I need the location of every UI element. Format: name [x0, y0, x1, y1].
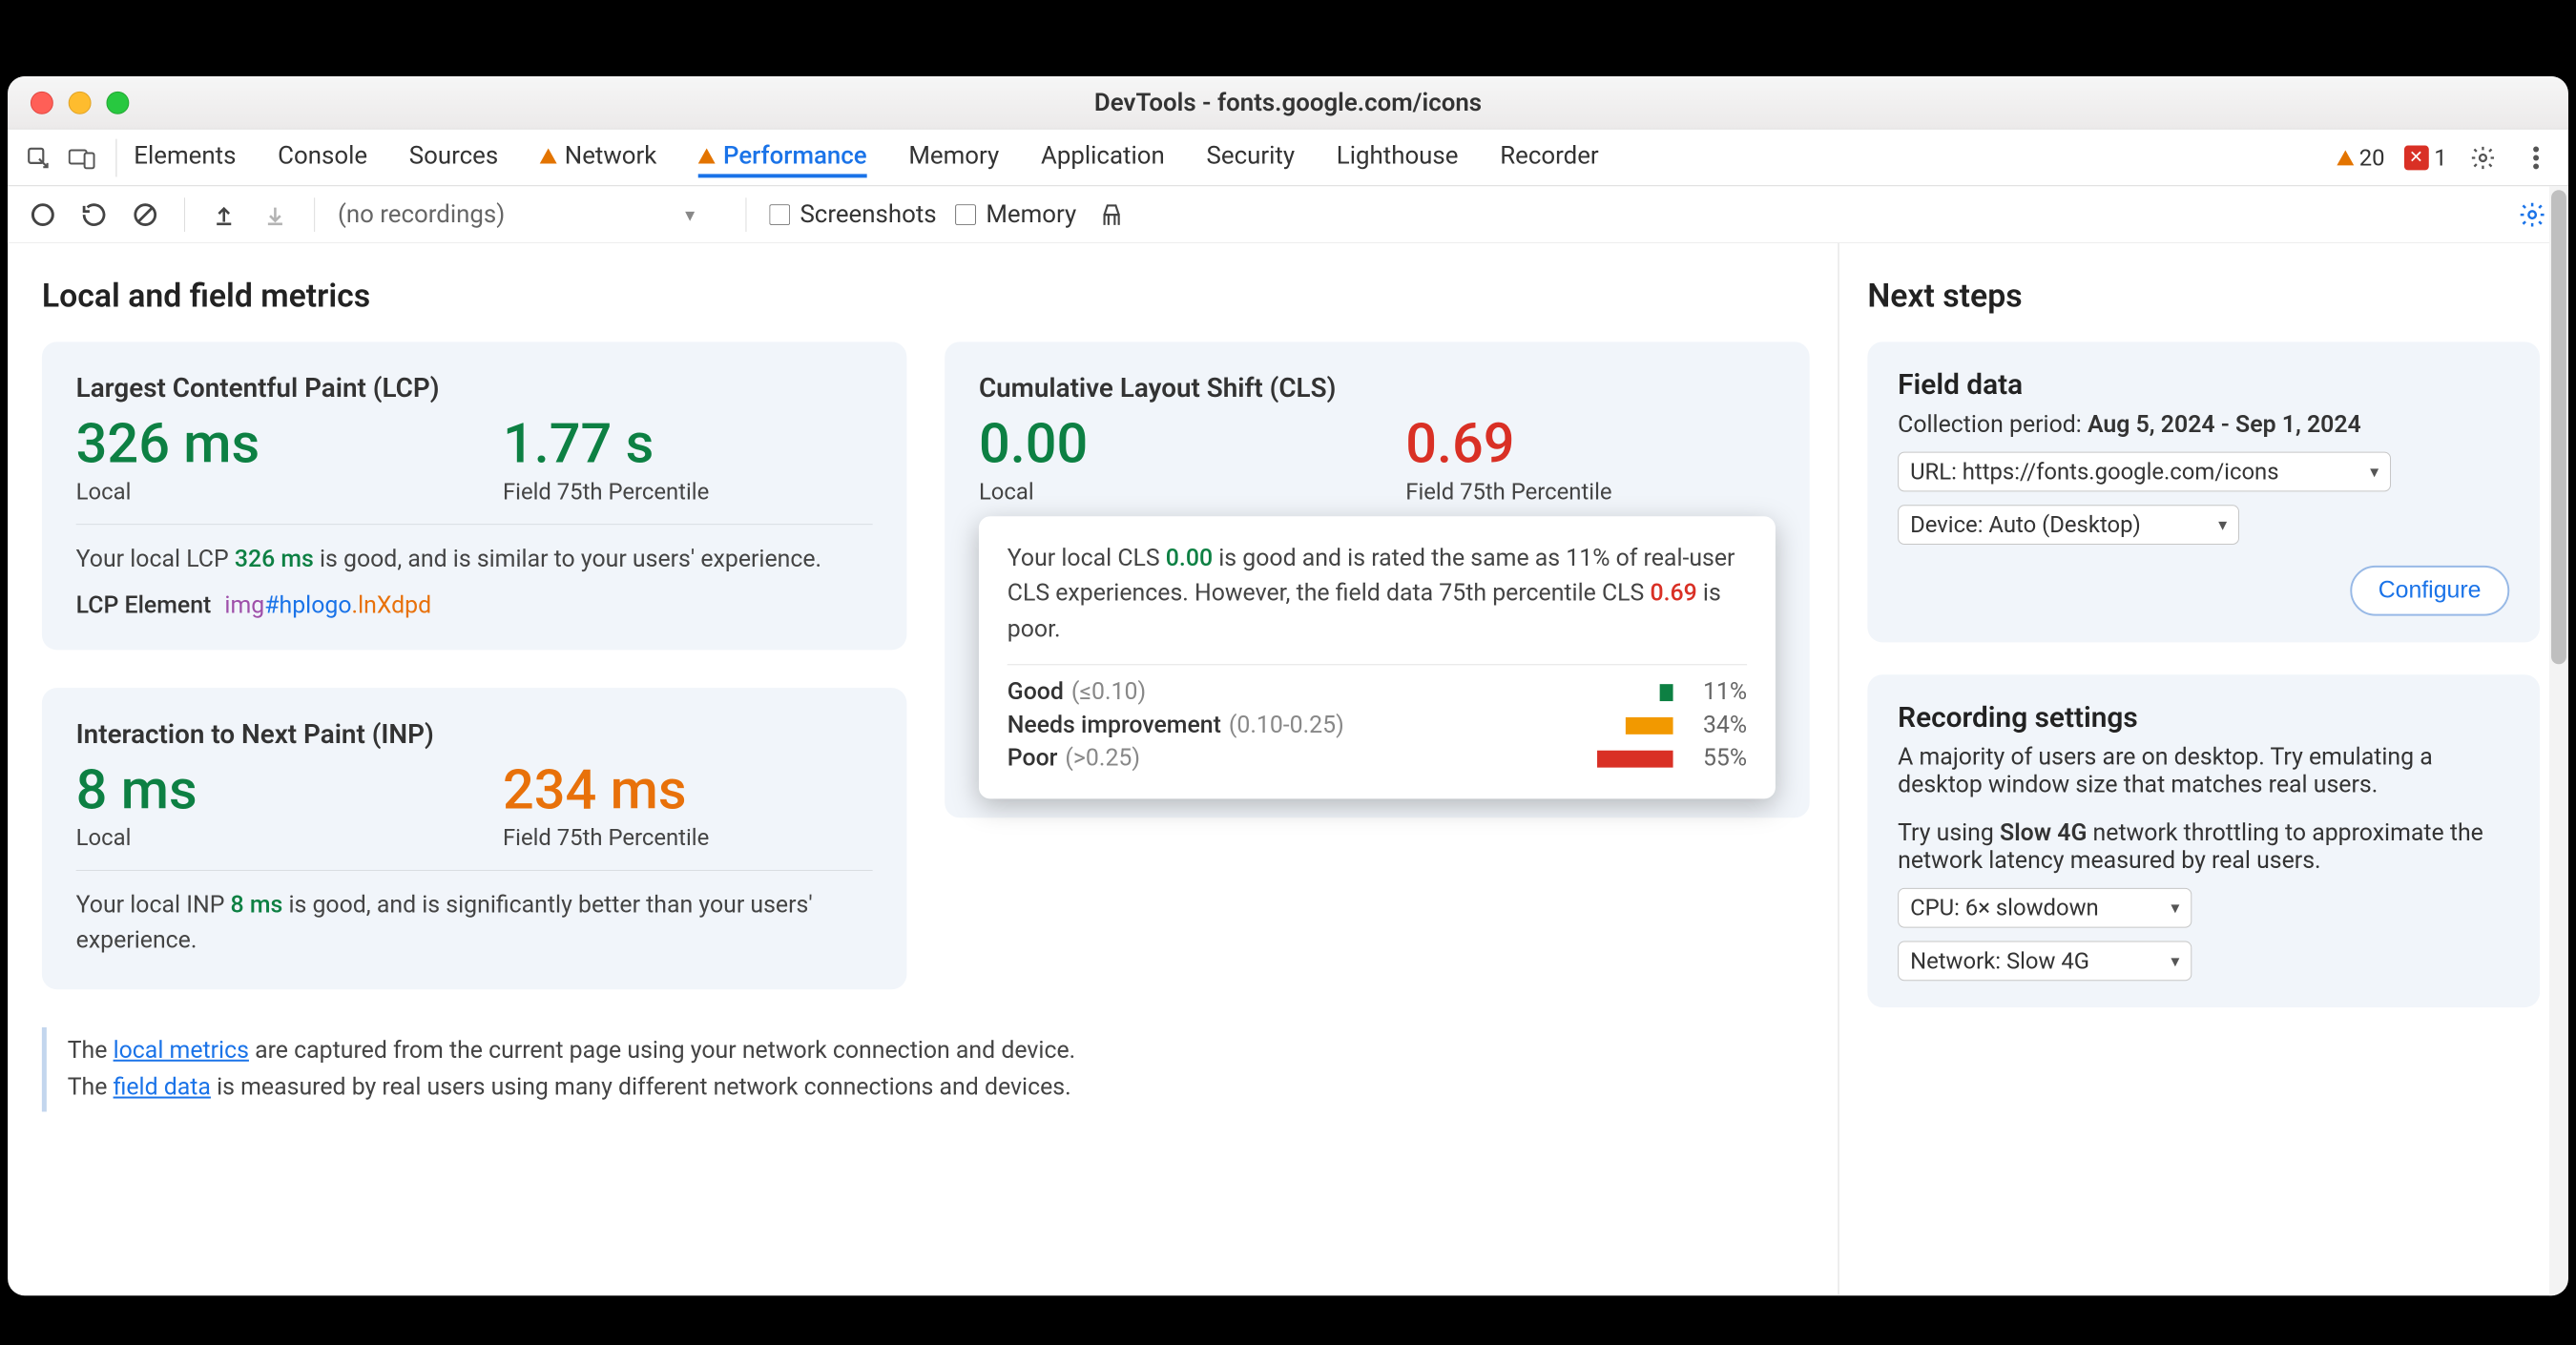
field-data-title: Field data: [1898, 368, 2509, 402]
main-pane: Local and field metrics Largest Contentf…: [8, 243, 1838, 1295]
warning-icon: [2337, 150, 2354, 165]
lcp-card: Largest Contentful Paint (LCP) 326 ms Lo…: [42, 341, 907, 650]
device-toolbar-icon[interactable]: [67, 142, 97, 173]
recordings-select[interactable]: (no recordings): [338, 200, 723, 229]
lcp-description: Your local LCP 326 ms is good, and is si…: [76, 542, 873, 577]
tab-list: Elements Console Sources Network Perform…: [134, 141, 2337, 174]
device-select[interactable]: Device: Auto (Desktop): [1898, 505, 2239, 545]
lcp-field-value: 1.77 s: [503, 413, 873, 476]
url-select[interactable]: URL: https://fonts.google.com/icons: [1898, 452, 2391, 492]
tab-security[interactable]: Security: [1207, 141, 1296, 174]
cls-tooltip: Your local CLS 0.00 is good and is rated…: [979, 516, 1776, 799]
field-data-link[interactable]: field data: [114, 1073, 211, 1101]
dist-row: Needs improvement (0.10-0.25)34%: [1008, 712, 1747, 739]
window-title: DevTools - fonts.google.com/icons: [8, 88, 2568, 116]
footnote: The local metrics are captured from the …: [42, 1027, 1810, 1112]
content-body: Local and field metrics Largest Contentf…: [8, 243, 2568, 1295]
cls-card: Cumulative Layout Shift (CLS) 0.00 Local…: [945, 341, 1810, 817]
tab-memory[interactable]: Memory: [908, 141, 999, 174]
cpu-throttle-select[interactable]: CPU: 6× slowdown: [1898, 888, 2192, 928]
tab-sources[interactable]: Sources: [409, 141, 498, 174]
download-icon[interactable]: [260, 198, 292, 231]
more-icon[interactable]: [2519, 140, 2553, 175]
panel-settings-icon[interactable]: [2515, 197, 2549, 232]
cls-distribution: Good (≤0.10)11% Needs improvement (0.10-0…: [1008, 678, 1747, 772]
error-icon: ✕: [2403, 145, 2428, 170]
warning-icon: [540, 148, 557, 163]
side-heading: Next steps: [1867, 278, 2540, 316]
tab-console[interactable]: Console: [278, 141, 367, 174]
inspect-element-icon[interactable]: [23, 142, 53, 173]
tab-network[interactable]: Network: [540, 141, 656, 174]
dist-row: Poor (>0.25)55%: [1008, 745, 1747, 773]
side-pane: Next steps Field data Collection period:…: [1839, 243, 2568, 1295]
lcp-field-label: Field 75th Percentile: [503, 478, 873, 505]
recording-settings-title: Recording settings: [1898, 701, 2509, 735]
screenshots-checkbox[interactable]: Screenshots: [770, 200, 937, 229]
lcp-element[interactable]: LCP Element img#hplogo.lnXdpd: [76, 592, 873, 620]
issues-errors-badge[interactable]: ✕ 1: [2403, 144, 2446, 171]
separator: [115, 138, 116, 176]
network-throttle-select[interactable]: Network: Slow 4G: [1898, 942, 2192, 982]
memory-checkbox[interactable]: Memory: [956, 200, 1077, 229]
tab-lighthouse[interactable]: Lighthouse: [1337, 141, 1459, 174]
tab-performance[interactable]: Performance: [698, 141, 866, 177]
upload-icon[interactable]: [208, 198, 240, 231]
inp-local-value: 8 ms: [76, 759, 447, 822]
lcp-title: Largest Contentful Paint (LCP): [76, 372, 873, 404]
dist-row: Good (≤0.10)11%: [1008, 678, 1747, 706]
main-heading: Local and field metrics: [42, 278, 1810, 316]
reload-record-button[interactable]: [78, 198, 111, 231]
tab-elements[interactable]: Elements: [134, 141, 236, 174]
tab-application[interactable]: Application: [1041, 141, 1165, 174]
warning-icon: [698, 148, 716, 163]
titlebar: DevTools - fonts.google.com/icons: [8, 76, 2568, 130]
inp-title: Interaction to Next Paint (INP): [76, 718, 873, 750]
settings-icon[interactable]: [2466, 140, 2501, 175]
configure-button[interactable]: Configure: [2350, 566, 2509, 616]
issues-warnings-badge[interactable]: 20: [2337, 144, 2385, 171]
local-metrics-link[interactable]: local metrics: [114, 1037, 249, 1065]
devtools-window: DevTools - fonts.google.com/icons Elemen…: [8, 76, 2568, 1295]
scrollbar-track[interactable]: [2549, 186, 2568, 1295]
cls-field-value: 0.69: [1405, 413, 1776, 476]
garbage-collect-icon[interactable]: [1095, 198, 1128, 231]
inp-description: Your local INP 8 ms is good, and is sign…: [76, 888, 873, 960]
inp-field-value: 234 ms: [503, 759, 873, 822]
inp-card: Interaction to Next Paint (INP) 8 ms Loc…: [42, 688, 907, 989]
clear-button[interactable]: [129, 198, 161, 231]
record-button[interactable]: [27, 198, 59, 231]
scrollbar-thumb[interactable]: [2551, 190, 2566, 664]
recording-settings-card: Recording settings A majority of users a…: [1867, 674, 2540, 1007]
lcp-local-label: Local: [76, 478, 447, 505]
cls-title: Cumulative Layout Shift (CLS): [979, 372, 1776, 404]
tab-recorder[interactable]: Recorder: [1500, 141, 1598, 174]
performance-toolbar: (no recordings) Screenshots Memory: [8, 186, 2568, 243]
field-data-card: Field data Collection period: Aug 5, 202…: [1867, 341, 2540, 642]
panel-tabs: Elements Console Sources Network Perform…: [8, 130, 2568, 187]
lcp-local-value: 326 ms: [76, 413, 447, 476]
cls-local-value: 0.00: [979, 413, 1349, 476]
